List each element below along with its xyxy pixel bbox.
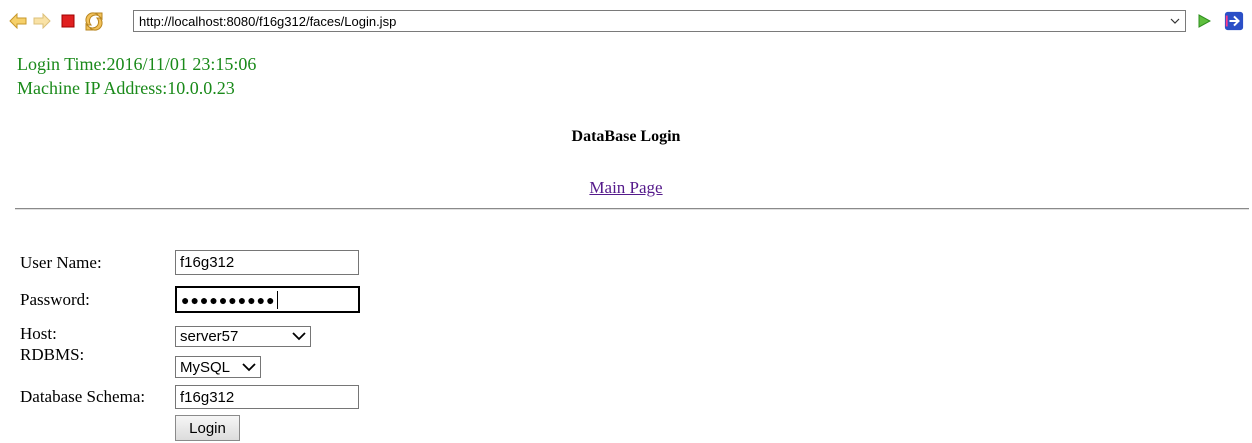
rdbms-selected-value: MySQL bbox=[180, 358, 231, 376]
url-text[interactable]: http://localhost:8080/f16g312/faces/Logi… bbox=[134, 14, 1165, 29]
host-label: Host: bbox=[20, 324, 57, 343]
database-schema-value: f16g312 bbox=[180, 388, 235, 406]
divider bbox=[15, 208, 1249, 210]
main-page-link-wrapper: Main Page bbox=[0, 178, 1252, 198]
password-masked-value: ●●●●●●●●●● bbox=[181, 291, 276, 308]
text-caret bbox=[276, 290, 278, 309]
back-arrow-icon[interactable] bbox=[8, 11, 28, 31]
login-button[interactable]: Login bbox=[175, 415, 240, 441]
refresh-icon[interactable] bbox=[84, 11, 104, 31]
user-name-value: f16g312 bbox=[180, 254, 235, 271]
database-schema-input[interactable]: f16g312 bbox=[175, 385, 359, 409]
password-input[interactable]: ●●●●●●●●●● bbox=[175, 286, 360, 313]
host-select[interactable]: server57 bbox=[175, 326, 311, 347]
stop-icon[interactable] bbox=[58, 11, 78, 31]
host-selected-value: server57 bbox=[180, 328, 239, 345]
database-schema-label: Database Schema: bbox=[20, 387, 146, 406]
page-title: DataBase Login bbox=[571, 128, 681, 145]
chevron-down-icon bbox=[242, 359, 256, 376]
chevron-down-icon bbox=[292, 328, 306, 345]
go-play-icon[interactable] bbox=[1194, 11, 1214, 31]
browser-toolbar: http://localhost:8080/f16g312/faces/Logi… bbox=[0, 0, 1252, 40]
main-page-link[interactable]: Main Page bbox=[589, 178, 662, 197]
user-name-label: User Name: bbox=[20, 253, 102, 272]
exit-icon[interactable] bbox=[1224, 11, 1244, 31]
rdbms-label: RDBMS: bbox=[20, 345, 85, 364]
address-bar[interactable]: http://localhost:8080/f16g312/faces/Logi… bbox=[133, 10, 1186, 32]
forward-arrow-icon[interactable] bbox=[32, 11, 52, 31]
chevron-down-icon[interactable] bbox=[1165, 11, 1185, 31]
machine-ip-address: Machine IP Address:10.0.0.23 bbox=[17, 78, 235, 98]
user-name-input[interactable]: f16g312 bbox=[175, 250, 359, 275]
rdbms-select[interactable]: MySQL bbox=[175, 356, 261, 378]
login-time: Login Time:2016/11/01 23:15:06 bbox=[17, 54, 257, 74]
password-label: Password: bbox=[20, 290, 90, 309]
